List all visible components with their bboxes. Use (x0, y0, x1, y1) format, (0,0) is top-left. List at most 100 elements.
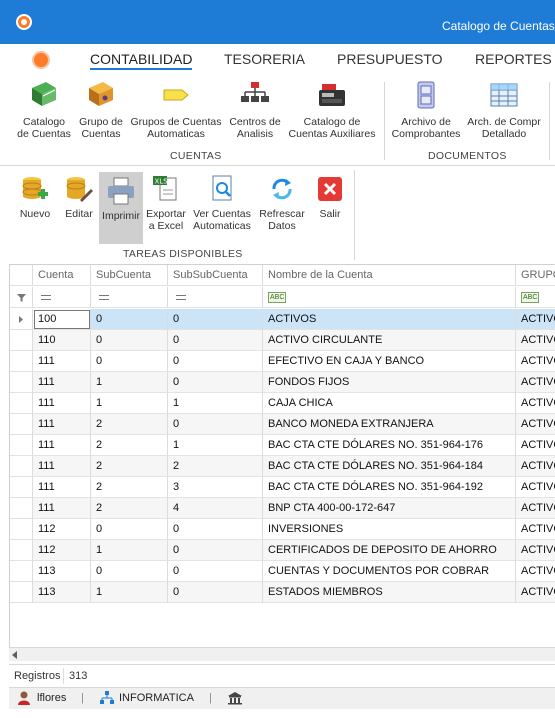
cell-grupo[interactable]: ACTIVO (516, 456, 555, 477)
filter-cuenta[interactable] (33, 287, 91, 308)
table-row[interactable]: 11110FONDOS FIJOSACTIVO (10, 372, 555, 393)
cell-subcuenta[interactable]: 0 (91, 351, 168, 372)
salir-button[interactable]: Salir (310, 174, 350, 240)
col-header-grupo[interactable]: GRUPO (516, 265, 555, 286)
cell-subsubcuenta[interactable]: 0 (168, 309, 263, 330)
imprimir-button[interactable]: Imprimir (99, 172, 143, 244)
cell-subcuenta[interactable]: 2 (91, 414, 168, 435)
cell-subcuenta[interactable]: 2 (91, 435, 168, 456)
grupos-automaticas-button[interactable]: Grupos de Cuentas Automaticas (128, 80, 224, 140)
cell-nombre[interactable]: CAJA CHICA (263, 393, 516, 414)
row-indicator[interactable] (10, 309, 33, 330)
filter-icon[interactable] (10, 287, 33, 308)
cell-grupo[interactable]: ACTIVO (516, 582, 555, 603)
catalogo-auxiliares-button[interactable]: Catalogo de Cuentas Auxiliares (286, 80, 378, 140)
cell-cuenta[interactable]: 111 (33, 414, 91, 435)
cell-nombre[interactable]: BANCO MONEDA EXTRANJERA (263, 414, 516, 435)
cell-cuenta[interactable]: 111 (33, 456, 91, 477)
cell-subsubcuenta[interactable]: 0 (168, 519, 263, 540)
cell-grupo[interactable]: ACTIVO (516, 414, 555, 435)
cell-cuenta[interactable]: 110 (33, 330, 91, 351)
cell-grupo[interactable]: ACTIVO (516, 561, 555, 582)
cell-nombre[interactable]: BAC CTA CTE DÓLARES NO. 351-964-184 (263, 456, 516, 477)
cell-subcuenta[interactable]: 0 (91, 330, 168, 351)
cell-subsubcuenta[interactable]: 2 (168, 456, 263, 477)
table-row[interactable]: 11124BNP CTA 400-00-172-647ACTIVO (10, 498, 555, 519)
cell-cuenta[interactable]: 112 (33, 540, 91, 561)
cell-nombre[interactable]: CERTIFICADOS DE DEPOSITO DE AHORRO (263, 540, 516, 561)
cell-cuenta[interactable]: 111 (33, 372, 91, 393)
cell-grupo[interactable]: ACTIVO (516, 540, 555, 561)
cell-cuenta[interactable]: 112 (33, 519, 91, 540)
archivo-comprobantes-button[interactable]: Archivo de Comprobantes (388, 80, 464, 140)
row-indicator[interactable] (10, 561, 33, 582)
table-row[interactable]: 11120BANCO MONEDA EXTRANJERAACTIVO (10, 414, 555, 435)
filter-subsubcuenta[interactable] (168, 287, 263, 308)
cell-subsubcuenta[interactable]: 0 (168, 330, 263, 351)
archivo-detallado-button[interactable]: Arch. de Compr Detallado (464, 80, 544, 140)
row-indicator[interactable] (10, 372, 33, 393)
row-indicator[interactable] (10, 582, 33, 603)
filter-grupo[interactable]: ABC (516, 287, 555, 308)
ver-automaticas-button[interactable]: Ver Cuentas Automaticas (190, 174, 254, 240)
cell-cuenta[interactable]: 100 (33, 309, 91, 330)
scroll-left-icon[interactable] (12, 651, 17, 659)
cell-nombre[interactable]: ACTIVOS (263, 309, 516, 330)
cell-subsubcuenta[interactable]: 1 (168, 393, 263, 414)
filter-subcuenta[interactable] (91, 287, 168, 308)
cell-grupo[interactable]: ACTIVO (516, 435, 555, 456)
cell-subcuenta[interactable]: 2 (91, 456, 168, 477)
row-indicator[interactable] (10, 540, 33, 561)
editar-button[interactable]: Editar (60, 174, 98, 240)
row-indicator[interactable] (10, 414, 33, 435)
cell-cuenta[interactable]: 111 (33, 351, 91, 372)
col-header-cuenta[interactable]: Cuenta (33, 265, 91, 286)
cell-nombre[interactable]: CUENTAS Y DOCUMENTOS POR COBRAR (263, 561, 516, 582)
row-indicator[interactable] (10, 351, 33, 372)
app-icon[interactable] (16, 14, 32, 30)
tab-contabilidad[interactable]: CONTABILIDAD (90, 51, 193, 70)
table-row[interactable]: 10000ACTIVOSACTIVO (10, 309, 555, 330)
cell-nombre[interactable]: BAC CTA CTE DÓLARES NO. 351-964-176 (263, 435, 516, 456)
table-row[interactable]: 111 2 3 BAC CTA CTE DÓLARES NO. 351-964-192… (10, 477, 555, 498)
row-indicator[interactable] (10, 435, 33, 456)
centros-analisis-button[interactable]: Centros de Analisis (226, 80, 284, 140)
col-header-subcuenta[interactable]: SubCuenta (91, 265, 168, 286)
cell-nombre[interactable]: ACTIVO CIRCULANTE (263, 330, 516, 351)
cell-subsubcuenta[interactable]: 0 (168, 540, 263, 561)
tab-tesoreria[interactable]: TESORERIA (224, 51, 305, 67)
cell-subsubcuenta[interactable]: 3 (168, 477, 263, 498)
grupo-cuentas-button[interactable]: Grupo de Cuentas (76, 80, 126, 140)
cell-grupo[interactable]: ACTIVO (516, 477, 555, 498)
cell-subcuenta[interactable]: 2 (91, 498, 168, 519)
cell-nombre[interactable]: EFECTIVO EN CAJA Y BANCO (263, 351, 516, 372)
table-row[interactable]: 111 2 1 BAC CTA CTE DÓLARES NO. 351-964-176… (10, 435, 555, 456)
table-row[interactable]: 11310ESTADOS MIEMBROSACTIVO (10, 582, 555, 603)
cell-cuenta[interactable]: 111 (33, 498, 91, 519)
cell-subsubcuenta[interactable]: 0 (168, 351, 263, 372)
cell-subcuenta[interactable]: 1 (91, 393, 168, 414)
cell-cuenta[interactable]: 111 (33, 477, 91, 498)
cell-nombre[interactable]: BAC CTA CTE DÓLARES NO. 351-964-192 (263, 477, 516, 498)
cell-subsubcuenta[interactable]: 0 (168, 561, 263, 582)
row-indicator[interactable] (10, 393, 33, 414)
cell-subcuenta[interactable]: 1 (91, 540, 168, 561)
cell-cuenta[interactable]: 113 (33, 561, 91, 582)
cell-subcuenta[interactable]: 0 (91, 519, 168, 540)
table-row[interactable]: 11100EFECTIVO EN CAJA Y BANCOACTIVO (10, 351, 555, 372)
cell-cuenta[interactable]: 111 (33, 393, 91, 414)
table-row[interactable]: 11200INVERSIONESACTIVO (10, 519, 555, 540)
row-indicator[interactable] (10, 330, 33, 351)
cell-nombre[interactable]: BNP CTA 400-00-172-647 (263, 498, 516, 519)
cell-grupo[interactable]: ACTIVO (516, 330, 555, 351)
catalogo-cuentas-button[interactable]: Catalogo de Cuentas (14, 80, 74, 140)
cell-nombre[interactable]: ESTADOS MIEMBROS (263, 582, 516, 603)
cell-grupo[interactable]: ACTIVO (516, 498, 555, 519)
cell-subsubcuenta[interactable]: 0 (168, 582, 263, 603)
cell-subcuenta[interactable]: 2 (91, 477, 168, 498)
tab-presupuesto[interactable]: PRESUPUESTO (337, 51, 443, 67)
filter-nombre[interactable]: ABC (263, 287, 516, 308)
row-indicator[interactable] (10, 456, 33, 477)
cell-grupo[interactable]: ACTIVO (516, 372, 555, 393)
cell-subsubcuenta[interactable]: 0 (168, 414, 263, 435)
